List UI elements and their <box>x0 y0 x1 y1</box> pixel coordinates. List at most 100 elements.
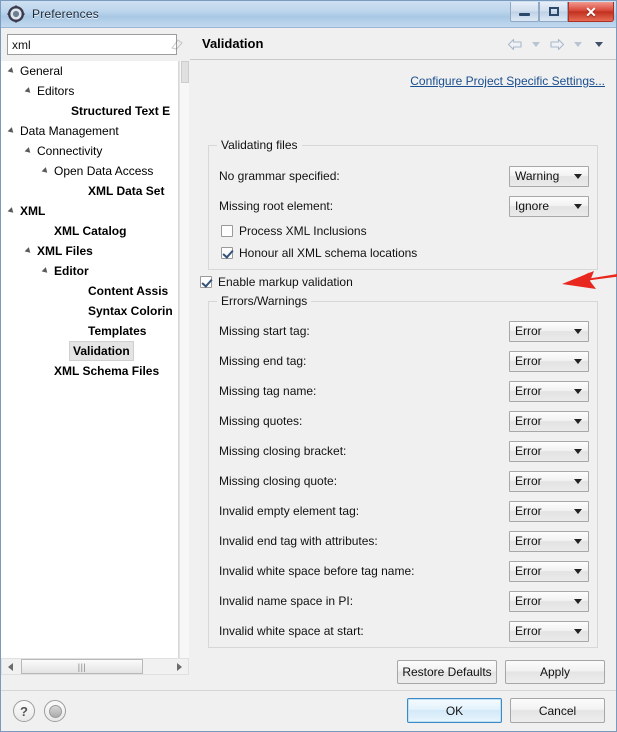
missing-start-tag-dropdown[interactable]: Error <box>509 320 589 342</box>
scroll-right-button[interactable] <box>171 659 188 674</box>
invalid-end-tag-with-attributes-dropdown[interactable]: Error <box>509 530 589 552</box>
tree-item-xml-data-set[interactable]: XML Data Set <box>1 181 178 201</box>
forward-arrow-icon[interactable] <box>548 35 566 53</box>
invalid-empty-element-tag-dropdown[interactable]: Error <box>509 500 589 522</box>
tree-expander-open-icon[interactable] <box>22 87 35 95</box>
back-arrow-icon[interactable] <box>506 35 524 53</box>
tree-item-connectivity[interactable]: Connectivity <box>1 141 178 161</box>
tree-item-xml-schema-files[interactable]: XML Schema Files <box>1 361 178 381</box>
tree-item-open-data-access[interactable]: Open Data Access <box>1 161 178 181</box>
tree-expander-open-icon[interactable] <box>22 147 35 155</box>
missing-tag-name-dropdown[interactable]: Error <box>509 380 589 402</box>
scroll-left-button[interactable] <box>2 659 19 674</box>
missing-end-tag-dropdown-value: Error <box>515 354 542 368</box>
preferences-tree[interactable]: General Editors Structured Text E Data Mana… <box>1 61 179 658</box>
minimize-button[interactable] <box>510 2 539 22</box>
maximize-button[interactable] <box>539 2 568 22</box>
tree-horizontal-scrollbar[interactable]: ||| <box>1 658 189 675</box>
tree-expander-open-icon[interactable] <box>5 67 18 75</box>
invalid-end-tag-with-attributes-label: Invalid end tag with attributes: <box>219 534 378 548</box>
missing-quotes-row: Missing quotes: Error <box>219 409 589 433</box>
tree-item-label: Connectivity <box>37 144 103 158</box>
missing-start-tag-label: Missing start tag: <box>219 324 310 338</box>
forward-menu-chevron-down-icon[interactable] <box>569 35 587 53</box>
apply-button-row: Restore Defaults Apply <box>190 656 616 688</box>
tree-item-structured-text-e[interactable]: Structured Text E <box>1 101 178 121</box>
tree-vertical-scrollbar[interactable] <box>179 61 189 658</box>
enable-markup-validation-row[interactable]: Enable markup validation <box>200 275 353 289</box>
missing-closing-bracket-row: Missing closing bracket: Error <box>219 439 589 463</box>
triangle-down-icon <box>7 127 16 135</box>
missing-root-element-label: Missing root element: <box>219 199 334 213</box>
chevron-down-icon <box>574 568 582 574</box>
chevron-down-icon <box>574 478 582 484</box>
missing-start-tag-dropdown-value: Error <box>515 324 542 338</box>
missing-end-tag-dropdown[interactable]: Error <box>509 350 589 372</box>
tree-item-syntax-colorin[interactable]: Syntax Colorin <box>1 301 178 321</box>
invalid-end-tag-with-attributes-dropdown-value: Error <box>515 534 542 548</box>
missing-closing-bracket-dropdown[interactable]: Error <box>509 440 589 462</box>
tree-item-label: Structured Text E <box>71 104 171 118</box>
honour-all-xml-schema-locations-checkbox[interactable] <box>221 247 233 259</box>
resize-grip-icon[interactable] <box>44 700 66 722</box>
view-menu-chevron-down-icon[interactable] <box>590 35 608 53</box>
search-input[interactable] <box>8 36 167 53</box>
missing-quotes-dropdown[interactable]: Error <box>509 410 589 432</box>
chevron-down-icon <box>574 538 582 544</box>
tree-item-xml[interactable]: XML <box>1 201 178 221</box>
tree-item-data-management[interactable]: Data Management <box>1 121 178 141</box>
missing-root-element-dropdown[interactable]: Ignore <box>509 195 589 217</box>
missing-closing-quote-dropdown-value: Error <box>515 474 542 488</box>
restore-defaults-button[interactable]: Restore Defaults <box>397 660 497 684</box>
process-xml-inclusions-checkbox[interactable] <box>221 225 233 237</box>
cancel-button[interactable]: Cancel <box>510 698 605 723</box>
invalid-white-space-at-start-dropdown[interactable]: Error <box>509 620 589 642</box>
honour-all-xml-schema-locations-row[interactable]: Honour all XML schema locations <box>221 246 417 260</box>
clear-eraser-icon[interactable] <box>167 35 187 54</box>
process-xml-inclusions-row[interactable]: Process XML Inclusions <box>221 224 367 238</box>
chevron-right-icon <box>177 662 182 671</box>
enable-markup-validation-checkbox[interactable] <box>200 276 212 288</box>
scrollbar-thumb[interactable] <box>181 61 189 83</box>
configure-link-row: Configure Project Specific Settings... <box>410 74 605 88</box>
minimize-icon <box>519 13 530 16</box>
invalid-white-space-before-tag-name-dropdown[interactable]: Error <box>509 560 589 582</box>
tree-item-xml-files[interactable]: XML Files <box>1 241 178 261</box>
triangle-down-icon <box>24 87 33 95</box>
missing-closing-quote-dropdown[interactable]: Error <box>509 470 589 492</box>
tree-item-xml-catalog[interactable]: XML Catalog <box>1 221 178 241</box>
scrollbar-track[interactable]: ||| <box>19 659 171 674</box>
triangle-down-icon <box>41 267 50 275</box>
tree-item-content-assis[interactable]: Content Assis <box>1 281 178 301</box>
no-grammar-specified-dropdown[interactable]: Warning <box>509 165 589 187</box>
invalid-name-space-in-pi-dropdown[interactable]: Error <box>509 590 589 612</box>
invalid-white-space-before-tag-name-label: Invalid white space before tag name: <box>219 564 415 578</box>
filter-box[interactable] <box>7 34 183 55</box>
scrollbar-thumb-horizontal[interactable]: ||| <box>21 659 143 674</box>
validating-files-group-title: Validating files <box>217 138 302 152</box>
validating-files-group: Validating files No grammar specified: Wa… <box>208 138 598 270</box>
missing-tag-name-dropdown-value: Error <box>515 384 542 398</box>
tree-item-editors[interactable]: Editors <box>1 81 178 101</box>
window-title: Preferences <box>32 7 99 21</box>
tree-item-label: XML <box>20 204 46 218</box>
chevron-down-icon <box>574 173 582 179</box>
chevron-down-icon <box>574 358 582 364</box>
tree-item-general[interactable]: General <box>1 61 178 81</box>
tree-expander-open-icon[interactable] <box>5 127 18 135</box>
tree-expander-open-icon[interactable] <box>39 167 52 175</box>
title-bar: Preferences ✕ <box>1 1 616 28</box>
tree-item-validation[interactable]: Validation <box>1 341 178 361</box>
tree-expander-open-icon[interactable] <box>39 267 52 275</box>
tree-item-templates[interactable]: Templates <box>1 321 178 341</box>
ok-button[interactable]: OK <box>407 698 502 723</box>
page-header: Validation <box>190 28 616 60</box>
apply-button[interactable]: Apply <box>505 660 605 684</box>
back-menu-chevron-down-icon[interactable] <box>527 35 545 53</box>
tree-expander-open-icon[interactable] <box>5 207 18 215</box>
help-icon[interactable]: ? <box>13 700 35 722</box>
tree-item-editor[interactable]: Editor <box>1 261 178 281</box>
close-button[interactable]: ✕ <box>568 2 614 22</box>
configure-project-specific-settings-link[interactable]: Configure Project Specific Settings... <box>410 74 605 88</box>
tree-expander-open-icon[interactable] <box>22 247 35 255</box>
